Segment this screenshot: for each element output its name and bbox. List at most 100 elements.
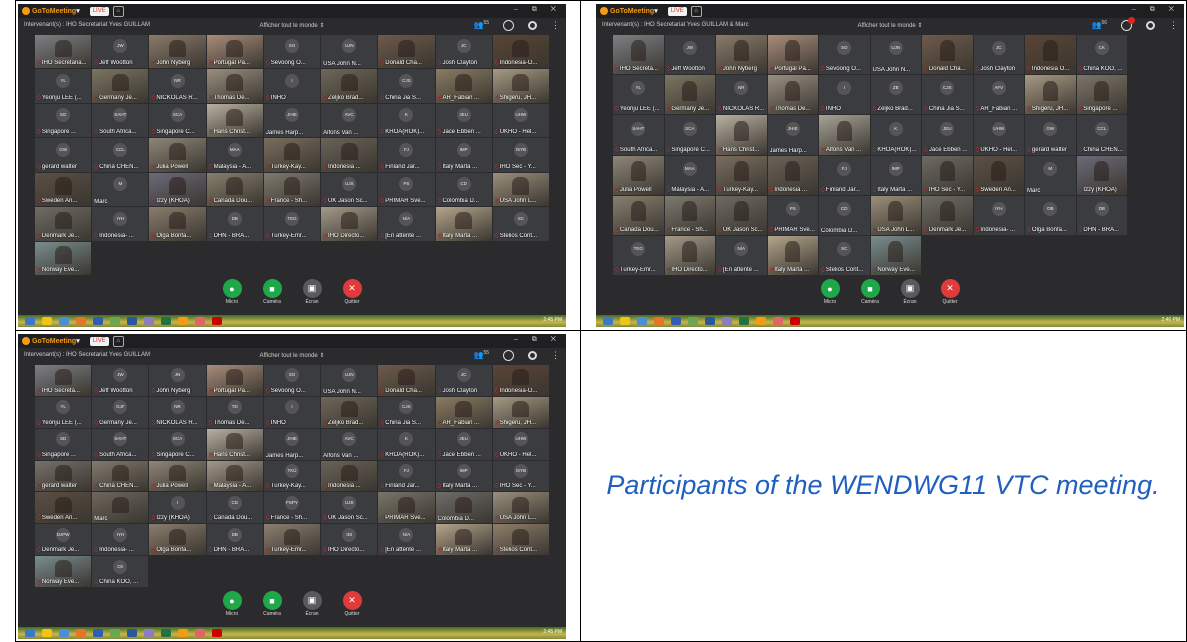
participant-tile[interactable]: ⦸Sweden An... [973,155,1024,195]
participant-tile[interactable]: MAA ⦸Malaysia - A... [664,155,715,195]
participant-tile[interactable]: ⦸IHO Directo... [321,207,378,241]
participant-tile[interactable]: FSPY ⦸France - Sh... [263,492,321,524]
participant-tile[interactable]: ⦸Malaysia - A... [206,460,263,492]
participant-tile[interactable]: SCA ⦸Singapore C... [664,115,715,155]
participant-tile[interactable]: ⦸Indonesia-O... [492,35,549,69]
participant-tile[interactable]: I ⦸INHO [263,69,321,103]
participant-tile[interactable]: ⦸gerard walter [35,460,92,492]
firefox-icon[interactable] [76,629,86,637]
participant-tile[interactable]: ⦸Thomas De... [206,69,263,103]
app-menu[interactable]: GoToMeeting ▾ [600,7,658,15]
participant-tile[interactable]: ⦸Norway Eve... [870,235,921,275]
participant-tile[interactable]: ⦸Norway Eve... [35,556,92,587]
participant-tile[interactable]: ⦸Portugal Pa... [206,35,263,69]
participant-tile[interactable]: ⦸USA John L... [492,172,549,207]
participant-tile[interactable]: ⦸Thomas De... [767,75,818,115]
participant-tile[interactable]: AVC Alfons Van ... [321,103,378,138]
participant-tile[interactable]: JEU ⦸Jace Ebben ... [435,428,492,460]
participant-tile[interactable]: ⦸Turkey-Kay... [716,155,767,195]
app-menu[interactable]: GoToMeeting ▾ [22,337,80,345]
view-selector[interactable]: Afficher tout le monde ⇕ [858,22,923,29]
excel-icon[interactable] [739,317,749,325]
participant-tile[interactable]: ZB ⦸Zeljko Brad... [870,75,921,115]
participant-tile[interactable]: CD ⦸Canada Dou... [206,492,263,524]
participant-tile[interactable]: ⦸Turkey-Emr... [263,524,321,556]
participant-tile[interactable]: K ⦸KHOA(ROK)... [378,428,435,460]
participant-tile[interactable]: ⦸France - Sh... [664,195,715,235]
chat-icon[interactable] [503,349,514,361]
participant-tile[interactable]: ⦸Stelios Cont... [492,524,549,556]
view-selector[interactable]: Afficher tout le monde ⇕ [260,352,325,359]
word-icon[interactable] [127,629,137,637]
screen-share-button[interactable]: ▣ Écran [297,279,327,305]
app-icon[interactable] [110,317,120,325]
gear-icon[interactable] [1146,20,1155,30]
participant-tile[interactable]: ⦸John Nyberg [716,35,767,75]
participant-tile[interactable]: ⦸Donald Cha... [378,365,435,396]
participant-tile[interactable]: JC ⦸Josh Clayton [435,365,492,396]
participant-tile[interactable]: ⦸Indonesia ... [321,138,378,172]
camera-button[interactable]: ■ Caméra [257,591,287,617]
participants-button[interactable]: 👥55 [473,350,489,360]
participant-tile[interactable]: ⦸Zeljko Brad... [321,396,378,428]
participant-tile[interactable]: ⦸Sweden An... [35,492,92,524]
participant-tile[interactable]: N/A ⦸[En attente ... [378,207,435,241]
participant-tile[interactable]: PS ⦸PRIMAR Sve... [767,195,818,235]
participant-tile[interactable]: ⦸Julia Powell [613,155,664,195]
participant-tile[interactable]: ⦸Shigeru, JH... [492,396,549,428]
participant-tile[interactable]: DJPW ⦸Denmark Je... [35,524,92,556]
participant-tile[interactable]: GJF ⦸Germany Je... [92,396,149,428]
folder-icon[interactable] [42,317,52,325]
participant-tile[interactable]: ⦸Indonesia-O... [492,365,549,396]
participant-tile[interactable]: N/A ⦸[En attente ... [378,524,435,556]
participant-tile[interactable]: YL ⦸Yeonju LEE (... [613,75,664,115]
participant-tile[interactable]: I ⦸Izzy (KHOA) [149,492,206,524]
participant-tile[interactable]: GW ⦸gerard walter [35,138,92,172]
participant-tile[interactable]: SO ⦸Sevoong O... [263,35,321,69]
participant-tile[interactable]: Marc [92,492,149,524]
participant-tile[interactable]: IMP ⦸Italy Marta ... [435,460,492,492]
participant-tile[interactable]: IYH ⦸Indonesia- ... [973,195,1024,235]
participant-tile[interactable]: ⦸Shigeru, JH... [1025,75,1076,115]
participant-tile[interactable]: FJ ⦸Finland Jar... [819,155,870,195]
more-options-icon[interactable]: ⋮ [1169,20,1178,31]
window-controls[interactable]: – ⧉ ✕ [1132,6,1180,14]
camera-button[interactable]: ■ Caméra [257,279,287,305]
excel-icon[interactable] [161,629,171,637]
chrome-icon[interactable] [59,629,69,637]
start-icon[interactable] [25,317,35,325]
participant-tile[interactable]: DB ⦸DHN - BRA... [1076,195,1127,235]
participant-tile[interactable]: ⦸IHO Directo... [664,235,715,275]
participants-button[interactable]: 👥56 [1091,20,1107,30]
participant-tile[interactable]: JC ⦸Josh Clayton [973,35,1024,75]
window-controls[interactable]: – ⧉ ✕ [514,6,562,14]
pdf-icon[interactable] [790,317,800,325]
participant-tile[interactable]: SO ⦸Sevoong O... [263,365,321,396]
participant-tile[interactable]: SCA ⦸Singapore C... [149,428,206,460]
participant-tile[interactable]: ⦸China CHEN... [92,460,149,492]
participant-tile[interactable]: FJ ⦸Finland Jar... [378,138,435,172]
participant-tile[interactable]: ⦸Hans Christ... [716,115,767,155]
participant-tile[interactable]: IMP ⦸Italy Marta ... [870,155,921,195]
participant-tile[interactable]: ⦸Hans Christ... [206,103,263,138]
participant-tile[interactable]: JEU ⦸Jace Ebben ... [922,115,973,155]
participant-tile[interactable]: ⦸Donald Cha... [922,35,973,75]
start-icon[interactable] [603,317,613,325]
gotomeeting-icon[interactable] [178,317,188,325]
participant-tile[interactable]: TD ⦸Thomas De... [206,396,263,428]
participant-tile[interactable]: DB ⦸DHN - BRA... [206,524,263,556]
participant-tile[interactable]: UHW ⦸UKHO - Hel... [973,115,1024,155]
participant-tile[interactable]: CK ⦸China KOO, ... [1076,35,1127,75]
participant-tile[interactable]: ISYB ⦸IHO Sec - Y... [492,138,549,172]
excel-icon[interactable] [161,317,171,325]
mic-button[interactable]: ● Micro [815,279,845,305]
participant-tile[interactable]: ⦸Indonesia ... [767,155,818,195]
participant-tile[interactable]: IYH ⦸Indonesia- ... [92,524,149,556]
participant-tile[interactable]: SD ⦸Singapore ... [35,428,92,460]
participant-tile[interactable]: CCL ⦸China CHEN... [92,138,149,172]
participant-tile[interactable]: SCA ⦸Singapore C... [149,103,206,138]
participant-tile[interactable]: YL ⦸Yeonju LEE (... [35,396,92,428]
participant-tile[interactable]: SC ⦸Stelios Cont... [492,207,549,241]
participant-tile[interactable]: K ⦸KHOA(ROK)... [870,115,921,155]
participant-tile[interactable]: ⦸Portugal Pa... [206,365,263,396]
